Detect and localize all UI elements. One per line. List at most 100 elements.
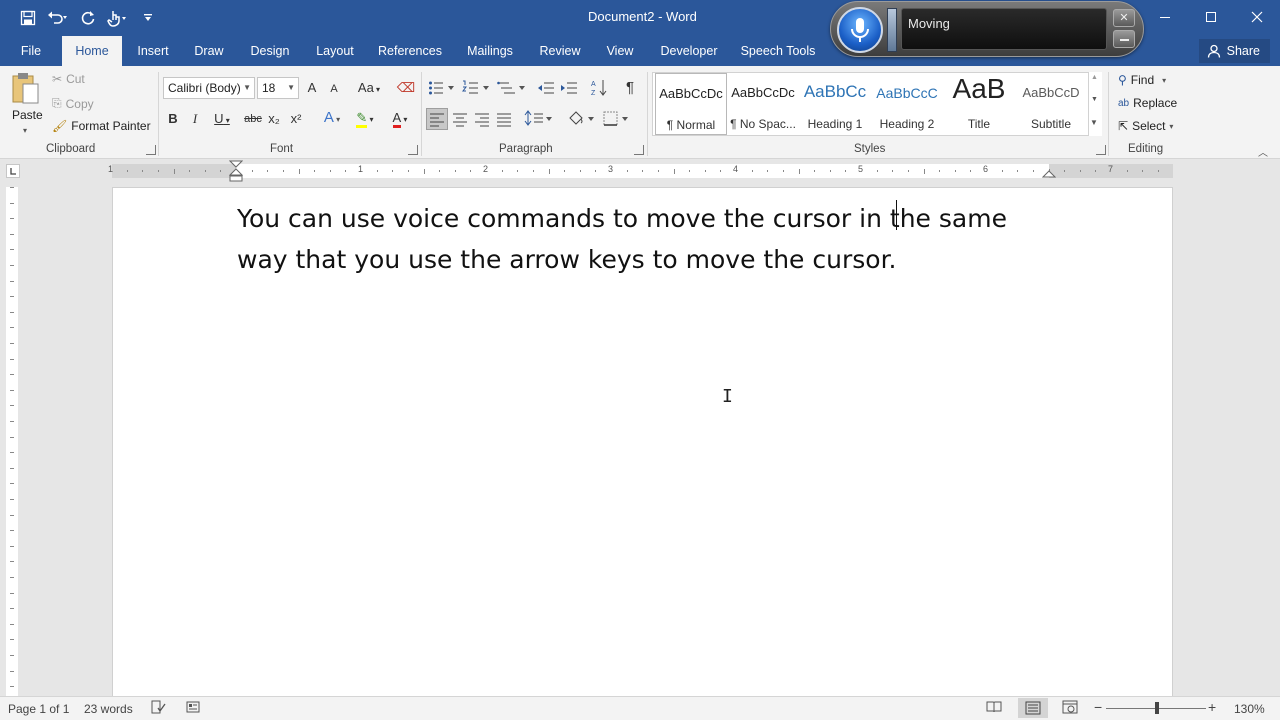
close-button[interactable] (1234, 0, 1280, 34)
change-case-button[interactable]: Aa ▾ (354, 79, 384, 99)
select-button[interactable]: ⇱ Select ▾ (1118, 119, 1173, 133)
font-launcher-icon[interactable] (408, 145, 418, 155)
document-body[interactable]: You can use voice commands to move the c… (237, 198, 1037, 280)
subscript-button[interactable]: x₂ (266, 110, 282, 128)
print-layout-icon (1025, 701, 1041, 715)
speech-minimize-button[interactable] (1113, 30, 1135, 48)
grow-font-button[interactable]: A (304, 79, 320, 97)
minimize-button[interactable] (1142, 0, 1188, 34)
paste-button[interactable]: Paste ▾ (8, 72, 44, 138)
maximize-button[interactable] (1188, 0, 1234, 34)
tab-references[interactable]: References (374, 36, 446, 66)
collapse-ribbon-button[interactable]: ︿ (1258, 144, 1268, 159)
sort-button[interactable]: AZ (590, 78, 608, 98)
ruler-tick (845, 170, 847, 172)
styles-launcher-icon[interactable] (1096, 145, 1106, 155)
ruler-area: 1 1 2 3 4 5 6 7 (0, 159, 1280, 185)
zoom-out-button[interactable]: − (1094, 699, 1102, 715)
tab-home[interactable]: Home (62, 36, 122, 66)
paint-bucket-icon (569, 111, 594, 125)
tab-speech-tools[interactable]: Speech Tools (738, 36, 818, 66)
clear-formatting-button[interactable]: ⌫ (396, 79, 416, 97)
tab-selector[interactable] (6, 164, 20, 178)
underline-button[interactable]: U ▾ (210, 110, 234, 130)
undo-button[interactable] (46, 6, 70, 30)
strikethrough-button[interactable]: abc (243, 110, 263, 128)
styles-gallery-scroll[interactable]: ▲ ▼ ▼ (1088, 72, 1102, 136)
font-name-combo[interactable]: Calibri (Body) ▼ (163, 77, 255, 99)
justify-button[interactable] (494, 109, 514, 129)
speech-close-button[interactable]: ✕ (1113, 9, 1135, 27)
save-button[interactable] (16, 6, 40, 30)
tab-developer[interactable]: Developer (654, 36, 724, 66)
tab-view[interactable]: View (600, 36, 640, 66)
web-layout-button[interactable] (1062, 700, 1078, 717)
right-indent-marker[interactable] (1042, 165, 1056, 179)
superscript-button[interactable]: x² (288, 110, 304, 128)
bullets-button[interactable] (428, 80, 456, 96)
italic-button[interactable]: I (188, 110, 202, 128)
tab-file[interactable]: File (12, 36, 50, 66)
shrink-font-button[interactable]: A (326, 80, 342, 98)
style-normal[interactable]: AaBbCcDc ¶ Normal (655, 73, 727, 135)
style-no-spacing[interactable]: AaBbCcDc ¶ No Spac... (727, 73, 799, 135)
cut-button[interactable]: ✂ Cut (52, 72, 85, 86)
style-title[interactable]: AaB Title (943, 73, 1015, 135)
chevron-down-icon: ▼ (243, 83, 251, 92)
style-subtitle[interactable]: AaBbCcD Subtitle (1015, 73, 1087, 135)
indent-markers[interactable] (229, 159, 243, 185)
highlight-color-button[interactable]: ✎ ▾ (350, 109, 380, 129)
show-formatting-button[interactable]: ¶ (622, 79, 638, 97)
font-color-button[interactable]: A ▾ (385, 109, 415, 129)
bold-button[interactable]: B (166, 110, 180, 128)
horizontal-ruler[interactable]: 1 1 2 3 4 5 6 7 (108, 164, 1173, 178)
format-painter-button[interactable]: 🖌 Format Painter (52, 119, 151, 133)
zoom-slider-thumb[interactable] (1155, 702, 1159, 714)
vertical-ruler[interactable] (6, 187, 18, 696)
page-count[interactable]: Page 1 of 1 (8, 702, 69, 716)
increase-indent-button[interactable] (560, 80, 578, 96)
zoom-level[interactable]: 130% (1234, 702, 1265, 716)
tab-design[interactable]: Design (244, 36, 296, 66)
multilevel-list-button[interactable] (497, 80, 527, 96)
numbering-button[interactable] (462, 80, 492, 96)
touch-mode-button[interactable] (106, 6, 130, 30)
align-center-button[interactable] (450, 109, 470, 129)
word-count[interactable]: 23 words (84, 702, 133, 716)
text-line[interactable]: way that you use the arrow keys to move … (237, 239, 1037, 280)
document-page[interactable]: You can use voice commands to move the c… (112, 187, 1173, 696)
shading-button[interactable] (566, 109, 596, 129)
redo-button[interactable] (76, 6, 100, 30)
ruler-number: 7 (1108, 164, 1114, 174)
find-button[interactable]: ⚲ Find ▾ (1118, 73, 1166, 87)
decrease-indent-button[interactable] (537, 80, 555, 96)
clipboard-launcher-icon[interactable] (146, 145, 156, 155)
tab-mailings[interactable]: Mailings (460, 36, 520, 66)
borders-button[interactable] (602, 109, 632, 129)
print-layout-button[interactable] (1018, 698, 1048, 718)
zoom-in-button[interactable]: + (1208, 699, 1216, 715)
tab-draw[interactable]: Draw (188, 36, 230, 66)
tab-review[interactable]: Review (534, 36, 586, 66)
copy-button[interactable]: ⎘ Copy (52, 96, 94, 111)
align-right-button[interactable] (472, 109, 492, 129)
proofing-button[interactable] (150, 700, 166, 717)
style-heading-1[interactable]: AaBbCc Heading 1 (799, 73, 871, 135)
replace-button[interactable]: ab Replace (1118, 96, 1177, 110)
text-effects-button[interactable]: A ▾ (318, 109, 346, 129)
tab-layout[interactable]: Layout (310, 36, 360, 66)
align-left-button[interactable] (426, 108, 448, 130)
borders-icon (603, 111, 628, 126)
font-size-combo[interactable]: 18 ▼ (257, 77, 299, 99)
microphone-button[interactable] (837, 7, 883, 53)
customize-qat-button[interactable] (136, 6, 160, 30)
share-button[interactable]: Share (1198, 39, 1270, 63)
paragraph-launcher-icon[interactable] (634, 145, 644, 155)
text-line[interactable]: You can use voice commands to move the c… (237, 198, 1037, 239)
line-spacing-button[interactable] (524, 109, 554, 129)
tab-insert[interactable]: Insert (130, 36, 176, 66)
speech-recognition-bar[interactable]: Moving ✕ (830, 1, 1144, 57)
read-mode-button[interactable] (986, 700, 1002, 717)
style-heading-2[interactable]: AaBbCcC Heading 2 (871, 73, 943, 135)
macro-record-button[interactable] (186, 700, 200, 717)
